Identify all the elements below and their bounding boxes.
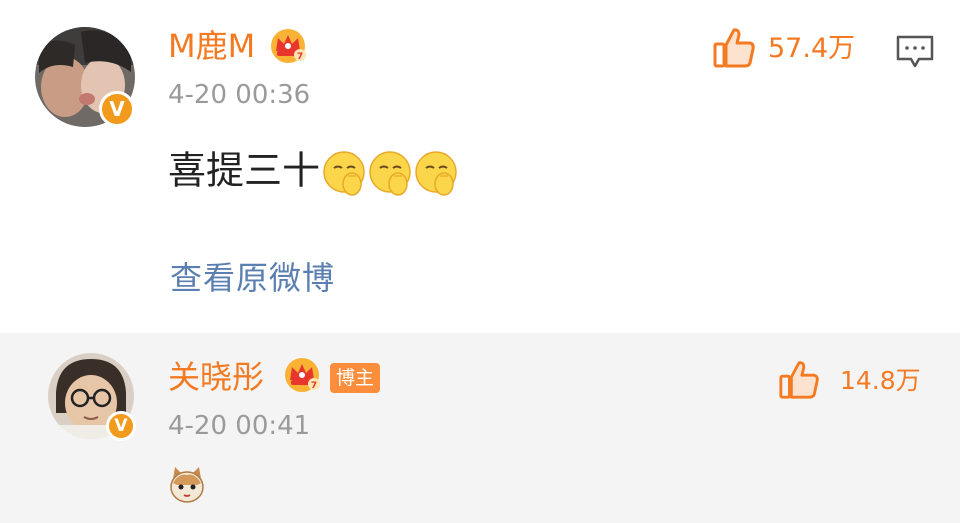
svg-text:7: 7 xyxy=(297,52,303,62)
comment-text: 喜提三十 xyxy=(168,150,460,196)
crown-icon: 7 xyxy=(285,358,320,392)
like-button[interactable]: 57.4万 xyxy=(712,26,855,70)
emoji-group xyxy=(322,150,460,196)
avatar[interactable]: V xyxy=(48,353,136,441)
like-count: 14.8万 xyxy=(840,365,921,395)
comment-text-body: 喜提三十 xyxy=(168,148,321,193)
verified-v-icon: V xyxy=(106,411,136,441)
emoji-pray-icon xyxy=(415,151,457,196)
cat-sticker-icon xyxy=(170,467,204,503)
avatar[interactable]: V xyxy=(35,27,135,127)
blogger-badge: 博主 xyxy=(330,363,381,393)
crown-icon: 7 xyxy=(271,29,306,63)
emoji-pray-icon xyxy=(369,151,411,196)
comment-time: 4-20 00:36 xyxy=(168,80,311,110)
thumbs-up-icon xyxy=(713,28,755,68)
emoji-pray-icon xyxy=(323,151,365,196)
username[interactable]: 关晓彤 xyxy=(168,361,264,393)
reply-comment-icon[interactable] xyxy=(895,34,935,70)
thumbs-up-icon xyxy=(779,361,819,399)
username[interactable]: M鹿M xyxy=(168,30,255,62)
view-original-post-link[interactable]: 查看原微博 xyxy=(170,262,335,294)
like-button[interactable]: 14.8万 xyxy=(778,359,921,401)
comment-2: V 关晓彤 7 博主 4-20 00:41 14.8万 xyxy=(0,333,960,523)
svg-text:7: 7 xyxy=(311,381,317,391)
verified-v-icon: V xyxy=(99,91,135,127)
comment-1: V M鹿M 7 4-20 00:36 喜提三十 查看原微博 57.4万 xyxy=(0,0,960,333)
comment-time: 4-20 00:41 xyxy=(168,411,311,441)
like-count: 57.4万 xyxy=(768,32,856,64)
